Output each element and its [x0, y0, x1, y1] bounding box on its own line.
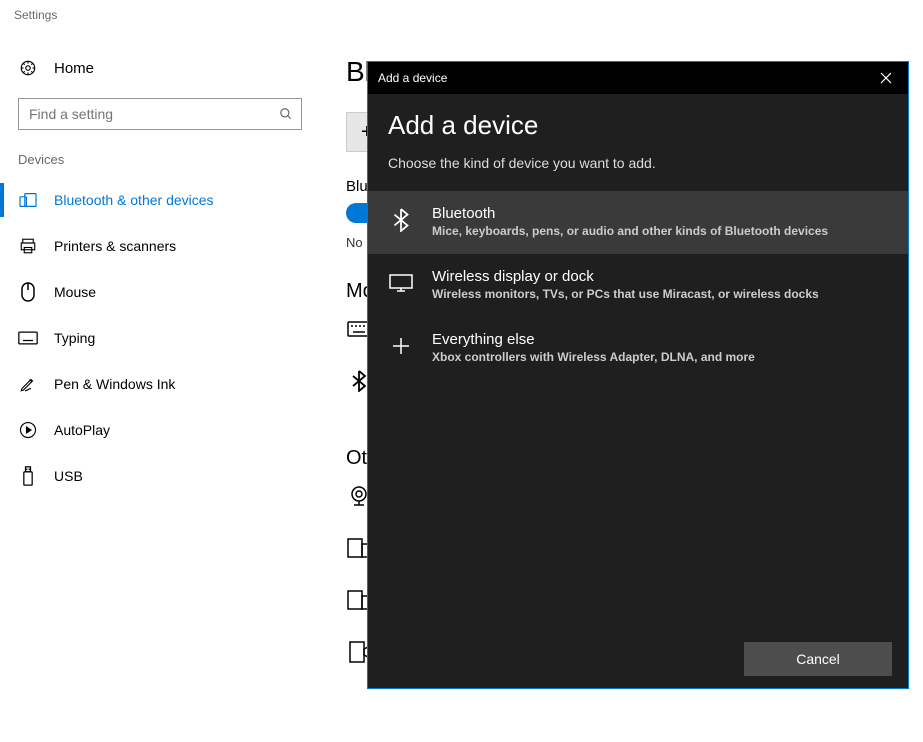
- home-label: Home: [54, 60, 94, 77]
- sidebar-item-label: Bluetooth & other devices: [54, 192, 214, 208]
- sidebar-item-label: Printers & scanners: [54, 238, 176, 254]
- option-title: Bluetooth: [432, 205, 828, 222]
- pen-icon: [18, 374, 38, 394]
- bluetooth-devices-icon: [18, 190, 38, 210]
- sidebar-item-label: Typing: [54, 330, 95, 346]
- search-container: [18, 98, 302, 130]
- home-icon: [18, 58, 38, 78]
- cancel-button[interactable]: Cancel: [744, 642, 892, 676]
- sidebar-item-label: USB: [54, 468, 83, 484]
- option-description: Mice, keyboards, pens, or audio and othe…: [432, 224, 828, 238]
- settings-sidebar: Home Devices Bluetooth & other devices Pr…: [0, 48, 320, 499]
- keyboard-icon: [18, 328, 38, 348]
- dialog-body: Add a device Choose the kind of device y…: [368, 94, 908, 630]
- option-description: Wireless monitors, TVs, or PCs that use …: [432, 287, 819, 301]
- dialog-subheading: Choose the kind of device you want to ad…: [388, 155, 888, 171]
- section-title-devices: Devices: [0, 152, 320, 177]
- sidebar-item-autoplay[interactable]: AutoPlay: [0, 407, 320, 453]
- search-icon[interactable]: [276, 104, 296, 124]
- option-title: Everything else: [432, 331, 755, 348]
- sidebar-item-bluetooth-other-devices[interactable]: Bluetooth & other devices: [0, 177, 320, 223]
- sidebar-item-pen-windows-ink[interactable]: Pen & Windows Ink: [0, 361, 320, 407]
- usb-icon: [18, 466, 38, 486]
- sidebar-item-mouse[interactable]: Mouse: [0, 269, 320, 315]
- device-option-everything-else[interactable]: Everything else Xbox controllers with Wir…: [368, 317, 908, 380]
- sidebar-item-printers-scanners[interactable]: Printers & scanners: [0, 223, 320, 269]
- sidebar-item-typing[interactable]: Typing: [0, 315, 320, 361]
- home-button[interactable]: Home: [0, 48, 320, 88]
- mouse-icon: [18, 282, 38, 302]
- plus-icon: [388, 333, 414, 359]
- option-description: Xbox controllers with Wireless Adapter, …: [432, 350, 755, 364]
- dialog-footer: Cancel: [368, 630, 908, 688]
- dialog-heading: Add a device: [388, 110, 888, 141]
- dialog-titlebar: Add a device: [368, 62, 908, 94]
- printer-icon: [18, 236, 38, 256]
- sidebar-item-label: AutoPlay: [54, 422, 110, 438]
- display-icon: [388, 270, 414, 296]
- device-option-wireless-display-or-dock[interactable]: Wireless display or dock Wireless monitor…: [368, 254, 908, 317]
- option-title: Wireless display or dock: [432, 268, 819, 285]
- add-device-dialog: Add a device Add a device Choose the kin…: [368, 62, 908, 688]
- window-title: Settings: [0, 0, 923, 22]
- search-input[interactable]: [18, 98, 302, 130]
- device-option-bluetooth[interactable]: Bluetooth Mice, keyboards, pens, or audio…: [368, 191, 908, 254]
- bluetooth-icon: [388, 207, 414, 233]
- sidebar-item-label: Mouse: [54, 284, 96, 300]
- close-button[interactable]: [874, 66, 898, 90]
- autoplay-icon: [18, 420, 38, 440]
- sidebar-item-label: Pen & Windows Ink: [54, 376, 175, 392]
- dialog-titlebar-text: Add a device: [378, 71, 447, 85]
- sidebar-item-usb[interactable]: USB: [0, 453, 320, 499]
